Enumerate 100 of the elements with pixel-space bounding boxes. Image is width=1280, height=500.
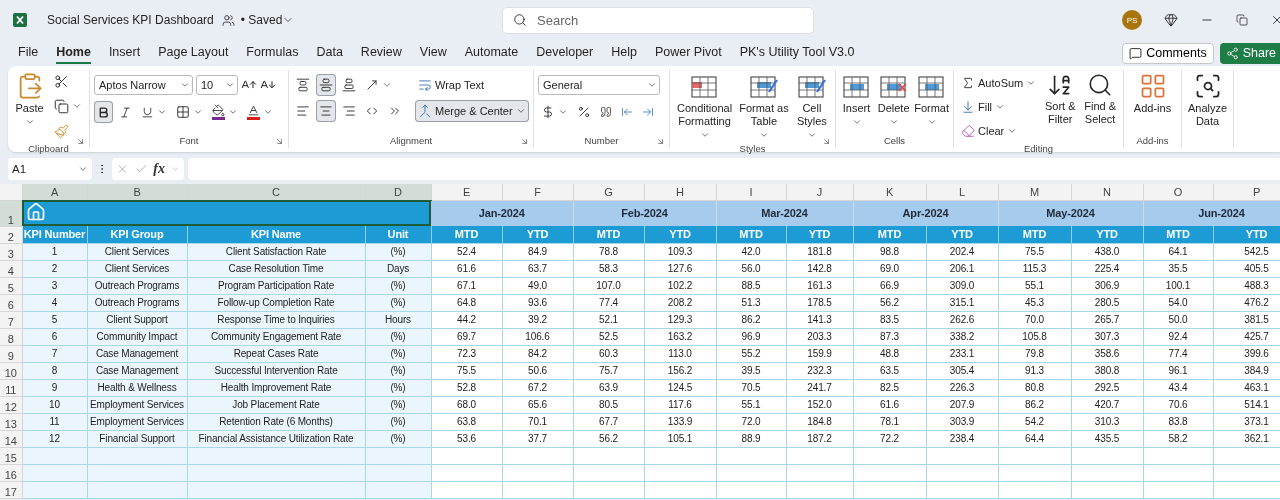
chevron-down-icon[interactable]: [647, 80, 657, 90]
delete-cells-icon[interactable]: [878, 74, 909, 100]
dollar-icon[interactable]: [541, 105, 555, 119]
font-color-icon[interactable]: [247, 104, 260, 117]
chevron-down-icon[interactable]: [1007, 126, 1018, 136]
chevron-down-icon[interactable]: [558, 107, 568, 117]
comment-icon[interactable]: [1129, 46, 1143, 60]
merge-icon[interactable]: [418, 104, 432, 118]
home-icon[interactable]: [25, 202, 46, 223]
excel-logo-icon[interactable]: [12, 12, 28, 28]
dialog-launcher-icon[interactable]: [656, 137, 665, 146]
table-brush-icon[interactable]: [748, 74, 779, 100]
add-ins-button[interactable]: Add-ins: [1128, 70, 1177, 117]
column-letter[interactable]: O: [1143, 184, 1213, 200]
chevron-down-icon[interactable]: [851, 117, 862, 127]
format-cells-icon[interactable]: [916, 74, 947, 100]
search-icon[interactable]: [513, 13, 527, 27]
chevron-down-icon[interactable]: [699, 130, 710, 140]
dialog-launcher-icon[interactable]: [822, 137, 831, 146]
chevron-down-icon[interactable]: [995, 102, 1006, 112]
cells-button[interactable]: Format: [914, 72, 949, 129]
chevron-down-icon[interactable]: [228, 107, 238, 117]
chevron-down-icon[interactable]: [806, 130, 817, 140]
menu-tab[interactable]: Power Pivot: [654, 42, 722, 64]
merge-center-button[interactable]: Merge & Center: [415, 100, 529, 122]
chevron-down-icon[interactable]: [758, 130, 769, 140]
menu-tab[interactable]: Developer: [536, 42, 594, 64]
chevron-down-icon[interactable]: [180, 80, 190, 90]
analyze-data-button[interactable]: Analyze Data: [1186, 70, 1229, 130]
number-format-select[interactable]: General: [538, 75, 660, 95]
chevron-down-icon[interactable]: [263, 107, 273, 117]
column-letter[interactable]: I: [716, 184, 786, 200]
column-letter[interactable]: M: [998, 184, 1071, 200]
name-box[interactable]: A1: [8, 158, 92, 180]
column-letter[interactable]: A: [22, 184, 87, 200]
bold-icon[interactable]: [97, 105, 110, 119]
chevron-down-icon[interactable]: [225, 80, 235, 90]
menu-tab[interactable]: View: [419, 42, 447, 64]
arrow-left-icon[interactable]: [621, 106, 633, 118]
font-name-select[interactable]: Aptos Narrow: [94, 75, 193, 95]
chevron-down-icon[interactable]: [926, 117, 937, 127]
column-letter[interactable]: C: [187, 184, 365, 200]
sort-filter-button[interactable]: Sort & Filter: [1043, 70, 1078, 128]
chevron-down-icon[interactable]: [382, 80, 392, 90]
menu-tab[interactable]: Automate: [464, 42, 519, 64]
arrow-right-icon[interactable]: [642, 106, 654, 118]
save-status[interactable]: • Saved: [240, 13, 283, 27]
cells-button[interactable]: Insert: [840, 72, 874, 129]
chevron-down-icon[interactable]: [157, 107, 167, 117]
clear-button[interactable]: Clear: [958, 120, 1040, 142]
close-icon[interactable]: [1270, 13, 1280, 27]
menu-tab[interactable]: Page Layout: [158, 42, 229, 64]
share-button[interactable]: Share: [1219, 42, 1280, 64]
user-avatar[interactable]: PS: [1122, 10, 1142, 30]
menu-tab[interactable]: PK's Utility Tool V3.0: [739, 42, 855, 64]
paintbrush-icon[interactable]: [54, 123, 69, 139]
chevron-down-icon[interactable]: [24, 117, 35, 127]
wrap-text-button[interactable]: Wrap Text: [415, 74, 529, 96]
column-letter[interactable]: B: [87, 184, 187, 200]
cells-button[interactable]: Delete: [877, 72, 911, 129]
find-select-button[interactable]: Find & Select: [1081, 70, 1119, 128]
chevron-down-icon[interactable]: [72, 101, 82, 111]
italic-icon[interactable]: [119, 105, 132, 119]
fill-button[interactable]: Fill: [958, 96, 1040, 118]
menu-tab[interactable]: Formulas: [246, 42, 299, 64]
column-letter[interactable]: G: [573, 184, 644, 200]
conditional-formatting-icon[interactable]: [689, 74, 720, 100]
column-letter[interactable]: K: [853, 184, 926, 200]
restore-icon[interactable]: [1236, 14, 1248, 26]
cell-brush-icon[interactable]: [796, 74, 827, 100]
menu-tab[interactable]: Insert: [108, 42, 141, 64]
menu-tab[interactable]: Home: [56, 42, 91, 64]
scissors-icon[interactable]: [54, 73, 69, 89]
chevron-down-icon[interactable]: [1026, 78, 1037, 88]
column-letter[interactable]: F: [502, 184, 573, 200]
column-letter[interactable]: L: [926, 184, 998, 200]
style-button[interactable]: Conditional Formatting: [674, 72, 736, 142]
column-letter[interactable]: D: [365, 184, 431, 200]
row-number[interactable]: 1: [0, 200, 22, 226]
chevron-down-icon[interactable]: [78, 164, 88, 174]
menu-tab[interactable]: Data: [316, 42, 343, 64]
eraser-icon[interactable]: [961, 124, 975, 138]
search-field[interactable]: Search: [502, 7, 814, 34]
style-button[interactable]: Format as Table: [739, 72, 789, 142]
insert-function-button[interactable]: fx: [153, 161, 165, 177]
chevron-down-icon[interactable]: [515, 106, 526, 116]
underline-icon[interactable]: [141, 105, 154, 119]
column-letter[interactable]: H: [644, 184, 716, 200]
dialog-launcher-icon[interactable]: [76, 137, 85, 146]
column-letter[interactable]: E: [431, 184, 502, 200]
font-size-select[interactable]: 10: [196, 75, 238, 95]
wrap-text-icon[interactable]: [418, 78, 432, 92]
paint-bucket-icon[interactable]: [212, 104, 225, 117]
autosum-button[interactable]: AutoSum: [958, 72, 1040, 94]
dialog-launcher-icon[interactable]: [520, 137, 529, 146]
column-letter[interactable]: J: [786, 184, 853, 200]
fill-down-icon[interactable]: [961, 100, 975, 114]
borders-icon[interactable]: [176, 105, 190, 119]
comments-button[interactable]: Comments: [1122, 42, 1214, 64]
chevron-down-icon[interactable]: [888, 117, 899, 127]
